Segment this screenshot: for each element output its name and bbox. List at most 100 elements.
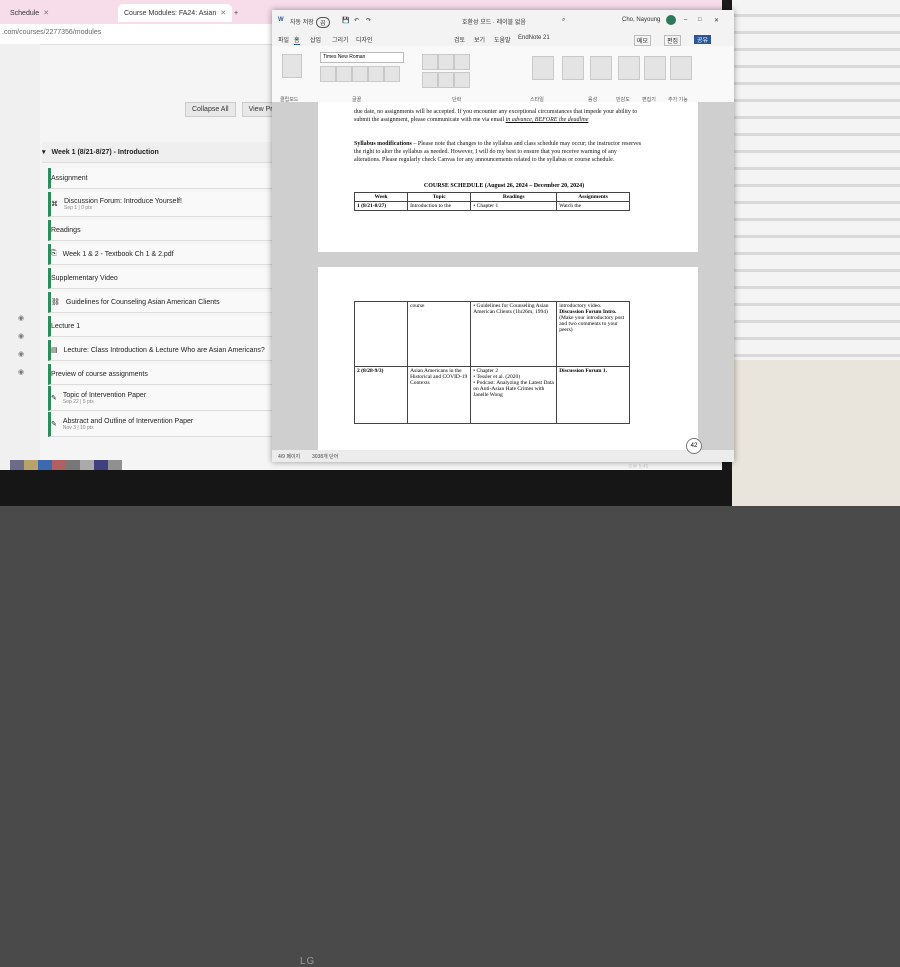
schedule-table-continued[interactable]: course • Guidelines for Counseling Asian… xyxy=(353,301,630,424)
ribbon-tabs: 파일 홈 삽입 그리기 디자인 검토 보기 도움말 EndNote 21 메모 … xyxy=(272,32,734,46)
tab-course-modules[interactable]: Course Modules: FA24: Asian ✕ xyxy=(118,4,233,22)
item-label: Guidelines for Counseling Asian American… xyxy=(65,298,220,306)
redo-icon[interactable]: ↷ xyxy=(366,17,371,24)
schedule-title: COURSE SCHEDULE (August 26, 2024 – Decem… xyxy=(423,183,585,189)
schedule-table[interactable]: Week Topic Readings Assignments 1 (8/21-… xyxy=(353,192,630,211)
sensitivity-icon[interactable] xyxy=(618,56,640,80)
align-right-icon[interactable] xyxy=(454,72,470,88)
assignment-icon: ✎ xyxy=(51,421,57,428)
item-label: Week 1 & 2 - Textbook Ch 1 & 2.pdf xyxy=(62,250,174,258)
bullets-icon[interactable] xyxy=(422,54,438,70)
tab-review[interactable]: 검토 xyxy=(454,35,465,44)
link-icon: ⛓ xyxy=(51,299,60,306)
paste-icon[interactable] xyxy=(282,54,302,78)
styles-icon[interactable] xyxy=(532,56,554,80)
tab-schedule[interactable]: Schedule ✕ xyxy=(4,4,55,22)
share-button[interactable]: 공유 xyxy=(694,35,712,44)
attachment-icon: ⎘ xyxy=(51,250,57,257)
nav-icon[interactable]: ◉ xyxy=(18,350,24,358)
nav-icon[interactable]: ◉ xyxy=(18,332,24,340)
save-icon[interactable]: 💾 xyxy=(342,17,349,24)
align-center-icon[interactable] xyxy=(438,72,454,88)
table-cell: Asian Americans in the Historical and CO… xyxy=(407,366,472,424)
nav-icon[interactable]: ◉ xyxy=(18,368,24,376)
table-cell: • Chapter 1 xyxy=(470,201,558,211)
tab-endnote[interactable]: EndNote 21 xyxy=(518,35,550,41)
module-item[interactable]: ✎ Topic of Intervention Paper Sep 22 | 5… xyxy=(48,386,275,411)
bold-icon[interactable] xyxy=(320,66,336,82)
nav-icon[interactable]: ◉ xyxy=(18,314,24,322)
item-meta: Sep 1 | 0 pts xyxy=(64,204,92,211)
autosave-toggle[interactable]: 끔 xyxy=(316,17,330,28)
tab-draw[interactable]: 그리기 xyxy=(332,35,349,44)
new-tab-button[interactable]: + xyxy=(228,4,244,22)
tab-help[interactable]: 도움말 xyxy=(494,35,511,44)
indent-icon[interactable] xyxy=(454,54,470,70)
table-row: 2 (8/28-9/3) Asian Americans in the Hist… xyxy=(353,366,630,424)
editing-button[interactable]: 편집 xyxy=(664,35,682,46)
close-icon[interactable]: ✕ xyxy=(220,9,226,17)
search-icon[interactable]: ⌕ xyxy=(562,17,565,24)
align-left-icon[interactable] xyxy=(422,72,438,88)
chevron-down-icon: ▾ xyxy=(42,149,46,156)
font-name-select[interactable]: Times New Roman xyxy=(320,52,404,63)
find-icon[interactable] xyxy=(562,56,584,80)
header-cell: Assignments xyxy=(556,192,630,202)
minimize-icon[interactable]: – xyxy=(684,17,687,23)
add-ins-icon[interactable] xyxy=(670,56,692,80)
table-cell: 1 (8/21-8/27) xyxy=(353,201,409,211)
tab-insert[interactable]: 삽입 xyxy=(310,35,321,44)
module-header[interactable]: ▾ Week 1 (8/21-8/27) - Introduction xyxy=(42,142,272,163)
module-item[interactable]: ⛓ Guidelines for Counseling Asian Americ… xyxy=(48,292,275,313)
cell-text: (Make your introductory post and two com… xyxy=(559,315,625,333)
modules-toolbar: Collapse All View Pro xyxy=(185,102,284,117)
document-title[interactable]: 호환성 모드 · 레이블 없음 xyxy=(462,17,526,26)
module-title: Week 1 (8/21-8/27) - Introduction xyxy=(51,148,159,156)
tab-design[interactable]: 디자인 xyxy=(356,35,373,44)
section-label: Assignment xyxy=(51,174,88,182)
comment-button[interactable]: 메모 xyxy=(634,35,652,46)
word-logo-icon: W xyxy=(278,17,284,23)
close-icon[interactable]: ✕ xyxy=(714,17,719,24)
module-section: Readings xyxy=(48,220,275,241)
window-sill xyxy=(720,360,900,506)
module-item[interactable]: ✎ Abstract and Outline of Intervention P… xyxy=(48,412,275,437)
underline-icon[interactable] xyxy=(352,66,368,82)
undo-icon[interactable]: ↶ xyxy=(354,17,359,24)
document-page[interactable]: due date, no assignments will be accepte… xyxy=(318,102,698,252)
document-area[interactable]: due date, no assignments will be accepte… xyxy=(272,102,734,450)
page-icon: ▤ xyxy=(51,347,58,354)
page-count[interactable]: 4/9 페이지 xyxy=(278,453,300,460)
dictate-icon[interactable] xyxy=(590,56,612,80)
autosave-label: 자동 저장 xyxy=(290,20,314,26)
maximize-icon[interactable]: □ xyxy=(698,17,702,23)
module-item[interactable]: ⎘ Week 1 & 2 - Textbook Ch 1 & 2.pdf xyxy=(48,244,275,265)
discussion-icon: ⌘ xyxy=(51,201,58,208)
table-row: 1 (8/21-8/27) Introduction to the • Chap… xyxy=(353,201,630,211)
document-page[interactable]: course • Guidelines for Counseling Asian… xyxy=(318,267,698,450)
editor-icon[interactable] xyxy=(644,56,666,80)
close-icon[interactable]: ✕ xyxy=(43,9,49,17)
avatar[interactable] xyxy=(666,15,676,25)
item-label: Topic of Intervention Paper xyxy=(62,391,147,399)
table-cell: • Chapter 2 • Tessler et al. (2020) • Po… xyxy=(470,366,558,424)
user-name[interactable]: Cho, Nayoung xyxy=(622,17,660,23)
font-color-icon[interactable] xyxy=(368,66,384,82)
word-count[interactable]: 3038개 단어 xyxy=(312,453,338,460)
tab-view[interactable]: 보기 xyxy=(474,35,485,44)
tab-file[interactable]: 파일 xyxy=(278,35,289,44)
highlight-icon[interactable] xyxy=(384,66,400,82)
taskbar-clock[interactable]: 오후 5:45 2024-07-30 xyxy=(628,463,654,470)
table-header-row: Week Topic Readings Assignments xyxy=(353,192,630,202)
collapse-all-button[interactable]: Collapse All xyxy=(185,102,236,117)
emphasis-text: in advance, BEFORE the deadline xyxy=(505,117,589,123)
item-label: Discussion Forum: Introduce Yourself! xyxy=(64,197,182,205)
module-item[interactable]: ▤ Lecture: Class Introduction & Lecture … xyxy=(48,340,275,361)
table-cell: Introduction to the xyxy=(407,201,472,211)
zoom-badge[interactable]: 42 xyxy=(686,438,702,454)
tab-home[interactable]: 홈 xyxy=(294,35,300,45)
assignment-icon: ✎ xyxy=(51,395,57,402)
numbering-icon[interactable] xyxy=(438,54,454,70)
italic-icon[interactable] xyxy=(336,66,352,82)
module-item[interactable]: ⌘ Discussion Forum: Introduce Yourself! … xyxy=(48,192,275,217)
